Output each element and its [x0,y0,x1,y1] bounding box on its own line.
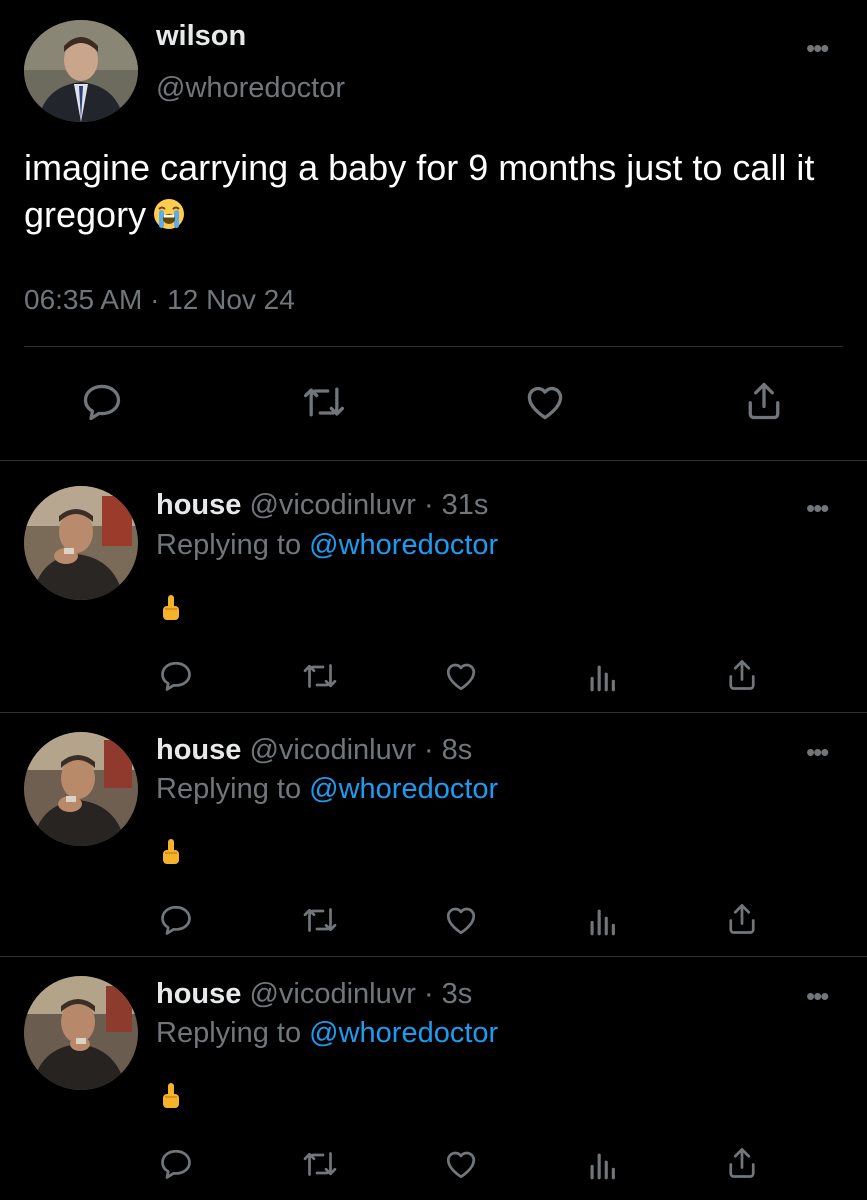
reply-author-meta: @vicodinluvr · 8s [241,734,473,766]
divider [0,712,867,713]
middle-finger-icon [160,594,182,622]
reply-author-name[interactable]: house [156,978,241,1010]
retweet-icon[interactable] [300,380,348,424]
reply-avatar[interactable] [24,732,138,846]
middle-finger-icon [160,838,182,866]
replying-to-label: Replying to [156,1017,310,1049]
reply-author-name[interactable]: house [156,734,241,766]
tweet-text: imagine carrying a baby for 9 months jus… [24,144,859,238]
views-icon[interactable] [586,660,618,694]
reply-author-meta: @vicodinluvr · 3s [241,978,473,1010]
replying-to: Replying to @whoredoctor [156,1016,498,1050]
replying-to-label: Replying to [156,773,310,805]
replying-to: Replying to @whoredoctor [156,772,498,806]
reply-avatar[interactable] [24,486,138,600]
reply-icon[interactable] [158,1146,194,1182]
author-handle[interactable]: @whoredoctor [156,72,345,105]
author-name[interactable]: wilson [156,20,246,53]
more-options-icon[interactable]: ••• [806,495,829,521]
retweet-icon[interactable] [300,1146,340,1182]
reply-icon[interactable] [158,902,194,938]
more-options-icon[interactable]: ••• [806,739,829,765]
replying-to-handle[interactable]: @whoredoctor [309,529,498,561]
divider [24,346,843,347]
more-options-icon[interactable]: ••• [806,35,829,61]
divider [0,956,867,957]
views-icon[interactable] [586,904,618,938]
replying-to-label: Replying to [156,529,310,561]
replying-to-handle[interactable]: @whoredoctor [309,1017,498,1049]
author-avatar[interactable] [24,20,138,122]
retweet-icon[interactable] [300,658,340,694]
tweet-timestamp[interactable]: 06:35 AM · 12 Nov 24 [24,284,295,316]
loudly-crying-face-icon [152,195,186,229]
reply-avatar[interactable] [24,976,138,1090]
reply-author-name[interactable]: house [156,489,241,521]
reply-header: house @vicodinluvr · 3s [156,977,472,1011]
middle-finger-icon [160,1082,182,1110]
like-icon[interactable] [522,380,568,424]
reply-author-meta: @vicodinluvr · 31s [241,489,489,521]
share-icon[interactable] [724,900,760,938]
reply-icon[interactable] [80,380,124,424]
like-icon[interactable] [442,658,480,694]
retweet-icon[interactable] [300,902,340,938]
reply-icon[interactable] [158,658,194,694]
more-options-icon[interactable]: ••• [806,983,829,1009]
divider [0,460,867,461]
views-icon[interactable] [586,1148,618,1182]
like-icon[interactable] [442,902,480,938]
reply-header: house @vicodinluvr · 8s [156,733,472,767]
share-icon[interactable] [724,656,760,694]
share-icon[interactable] [724,1144,760,1182]
replying-to: Replying to @whoredoctor [156,528,498,562]
like-icon[interactable] [442,1146,480,1182]
replying-to-handle[interactable]: @whoredoctor [309,773,498,805]
tweet-body: imagine carrying a baby for 9 months jus… [24,147,815,235]
share-icon[interactable] [742,378,786,424]
reply-header: house @vicodinluvr · 31s [156,488,488,522]
